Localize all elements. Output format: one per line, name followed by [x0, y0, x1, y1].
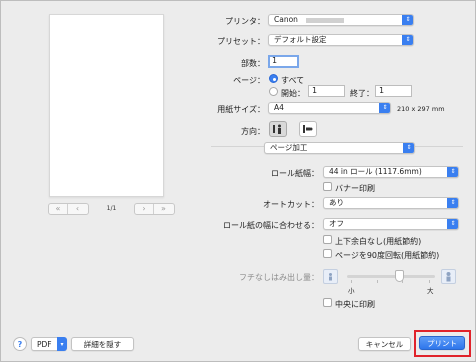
paper-size-value: A4 — [274, 103, 284, 112]
slider-large-label: 大 — [427, 287, 434, 295]
slider-tick — [377, 280, 378, 283]
next-page-button[interactable]: › — [135, 204, 154, 214]
hide-details-button[interactable]: 詳細を隠す — [71, 337, 134, 351]
paper-size-label: 用紙サイズ： — [217, 105, 265, 114]
copies-field[interactable]: 1 — [268, 55, 299, 68]
paper-dimensions: 210 x 297 mm — [397, 105, 445, 113]
landscape-person-icon — [303, 125, 313, 133]
auto-cut-label: オートカット： — [263, 200, 319, 209]
printer-model-redacted — [306, 17, 345, 23]
presets-value: デフォルト設定 — [274, 35, 327, 44]
overflow-slider-knob[interactable] — [395, 270, 405, 282]
preview-forward-nav: › » — [134, 203, 175, 215]
slider-tick — [351, 280, 352, 283]
rotate90-checkbox[interactable] — [323, 249, 332, 258]
last-page-button[interactable]: » — [154, 204, 173, 214]
print-button[interactable]: プリント — [419, 336, 465, 350]
banner-checkbox[interactable] — [323, 182, 332, 191]
slider-small-label: 小 — [348, 287, 355, 295]
no-margin-label: 上下余白なし(用紙節約) — [335, 237, 422, 246]
chevron-updown-icon: ⇕ — [403, 143, 414, 153]
overflow-slider-track[interactable] — [347, 275, 435, 278]
page-preview — [49, 14, 164, 197]
overflow-label: フチなしはみ出し量： — [239, 273, 319, 282]
first-page-button[interactable]: « — [49, 204, 68, 214]
chevron-down-icon: ▾ — [57, 337, 67, 351]
page-indicator: 1/1 — [106, 205, 117, 212]
pages-from-label: 開始： — [281, 89, 305, 98]
pages-label: ページ： — [233, 76, 265, 85]
pages-from-field[interactable]: 1 — [308, 85, 345, 97]
help-button[interactable]: ? — [13, 337, 27, 351]
paper-size-select[interactable]: A4 ⇕ — [268, 102, 391, 114]
presets-select[interactable]: デフォルト設定 ⇕ — [268, 34, 414, 46]
center-print-checkbox[interactable] — [323, 298, 332, 307]
portrait-orientation-button[interactable] — [269, 121, 287, 137]
pages-all-radio[interactable] — [269, 74, 278, 83]
roll-width-select[interactable]: 44 in ロール (1117.6mm) ⇕ — [323, 166, 459, 178]
rotate90-label: ページを90度回転(用紙節約) — [335, 251, 440, 260]
printer-select[interactable]: Canon ⇕ — [268, 14, 414, 26]
slider-tick — [429, 280, 430, 283]
chevron-updown-icon: ⇕ — [402, 15, 413, 25]
pdf-menu-button[interactable]: PDF ▾ — [31, 337, 67, 351]
auto-cut-select[interactable]: あり ⇕ — [323, 197, 459, 209]
pdf-label: PDF — [37, 339, 52, 349]
section-select[interactable]: ページ加工 ⇕ — [264, 142, 415, 154]
small-overflow-icon — [323, 269, 338, 284]
printer-value: Canon — [274, 15, 298, 24]
chevron-updown-icon: ⇕ — [447, 167, 458, 177]
pages-to-label: 終了： — [350, 89, 374, 98]
center-print-label: 中央に印刷 — [335, 300, 375, 309]
chevron-updown-icon: ⇕ — [447, 219, 458, 229]
presets-label: プリセット： — [217, 37, 265, 46]
fit-roll-label: ロール紙の幅に合わせる： — [223, 221, 319, 230]
orientation-label: 方向： — [241, 127, 265, 136]
chevron-updown-icon: ⇕ — [379, 103, 390, 113]
no-margin-checkbox[interactable] — [323, 235, 332, 244]
copies-label: 部数： — [241, 59, 265, 68]
landscape-orientation-button[interactable] — [299, 121, 317, 137]
portrait-person-icon — [273, 124, 281, 134]
fit-roll-value: オフ — [329, 219, 344, 228]
cancel-button[interactable]: キャンセル — [358, 337, 411, 351]
chevron-updown-icon: ⇕ — [447, 198, 458, 208]
section-value: ページ加工 — [270, 143, 308, 152]
large-overflow-icon — [441, 269, 456, 284]
chevron-updown-icon: ⇕ — [402, 35, 413, 45]
roll-width-value: 44 in ロール (1117.6mm) — [329, 167, 422, 176]
fit-roll-select[interactable]: オフ ⇕ — [323, 218, 459, 230]
print-dialog: « ‹ 1/1 › » プリンタ： Canon ⇕ プリセット： デフォルト設定… — [0, 0, 476, 362]
auto-cut-value: あり — [329, 198, 344, 207]
pages-to-field[interactable]: 1 — [375, 85, 412, 97]
pages-range-radio[interactable] — [269, 87, 278, 96]
preview-back-nav: « ‹ — [48, 203, 89, 215]
printer-label: プリンタ： — [225, 17, 265, 26]
previous-page-button[interactable]: ‹ — [68, 204, 87, 214]
banner-label: バナー印刷 — [335, 184, 375, 193]
roll-width-label: ロール紙幅： — [271, 169, 319, 178]
pages-all-label: すべて — [281, 76, 305, 85]
